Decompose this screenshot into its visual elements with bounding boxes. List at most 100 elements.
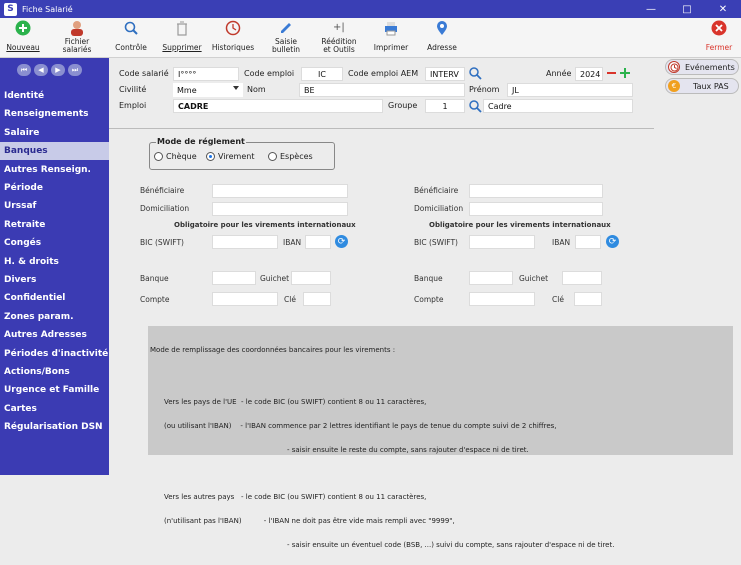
et-outils-label: et Outils (323, 45, 355, 54)
sidebar-item[interactable]: Zones param. (0, 308, 109, 326)
compte-label: Compte (140, 295, 170, 304)
cle-label: Clé (284, 295, 296, 304)
search-icon[interactable] (468, 66, 482, 80)
fermer-button[interactable]: Fermer (702, 20, 736, 52)
sidebar-item[interactable]: Périodes d'inactivité (0, 345, 109, 363)
sidebar-item[interactable]: Période (0, 179, 109, 197)
annee-label: Année (546, 69, 572, 78)
imprimer-button[interactable]: Imprimer (370, 20, 412, 52)
previous-record-icon[interactable]: ◀ (34, 64, 48, 76)
code-salarie-field[interactable]: I°°°° (173, 67, 239, 81)
guichet-field[interactable] (291, 271, 331, 285)
bulletin-label: bulletin (271, 45, 301, 54)
evenements-button[interactable]: Evénements (665, 59, 739, 75)
radio-cheque[interactable]: Chèque (154, 152, 197, 161)
last-record-icon[interactable]: ⏭ (68, 64, 82, 76)
sidebar-item[interactable]: Confidentiel (0, 289, 109, 307)
refresh-icon[interactable]: ⟳ (335, 235, 348, 248)
compte-2-field[interactable] (469, 292, 535, 306)
sidebar-item[interactable]: Actions/Bons (0, 363, 109, 381)
nom-field[interactable]: BE (299, 83, 465, 97)
info-line-1: Vers les pays de l'UE - le code BIC (ou … (164, 398, 427, 406)
obligatoire-2-label: Obligatoire pour les virements internati… (429, 221, 611, 229)
code-emploi-aem-field[interactable]: INTERV (425, 67, 465, 81)
adresse-button[interactable]: Adresse (424, 20, 460, 52)
bic-field[interactable] (212, 235, 278, 249)
code-emploi-field[interactable]: IC (301, 67, 343, 81)
next-record-icon[interactable]: ▶ (51, 64, 65, 76)
search-icon (124, 21, 138, 35)
beneficiaire-field[interactable] (212, 184, 348, 198)
groupe-field[interactable]: 1 (425, 99, 465, 113)
iban-2-field[interactable] (575, 235, 601, 249)
groupe-label: Groupe (388, 101, 418, 110)
sidebar-item[interactable]: Salaire (0, 124, 109, 142)
info-line-4: Vers les autres pays - le code BIC (ou S… (164, 493, 427, 501)
supprimer-button[interactable]: Supprimer (158, 20, 206, 52)
prenom-field[interactable]: JL (507, 83, 633, 97)
beneficiaire-label: Bénéficiaire (140, 186, 185, 195)
code-emploi-label: Code emploi (244, 69, 295, 78)
sidebar-item[interactable]: Banques (0, 142, 109, 161)
emploi-field[interactable]: CADRE (173, 99, 383, 113)
reedition-outils-button[interactable]: +| Réédition et Outils (316, 20, 362, 54)
bic-2-field[interactable] (469, 235, 535, 249)
person-icon (71, 21, 83, 36)
compte-field[interactable] (212, 292, 278, 306)
iban-field[interactable] (305, 235, 331, 249)
search-icon[interactable] (468, 99, 482, 113)
maximize-button[interactable]: □ (669, 4, 705, 15)
historiques-button[interactable]: Historiques (208, 20, 258, 52)
app-logo-icon: S (4, 2, 17, 16)
radio-especes[interactable]: Espèces (268, 152, 313, 161)
controle-button[interactable]: Contrôle (110, 20, 152, 52)
nouveau-button[interactable]: Nouveau (5, 20, 41, 52)
civilite-value: Mme (177, 85, 197, 95)
iban-2-label: IBAN (552, 238, 571, 247)
annee-field[interactable]: 2024 (575, 67, 603, 81)
header-divider (109, 128, 654, 129)
taux-pas-button[interactable]: € Taux PAS (665, 78, 739, 94)
sidebar-item[interactable]: Congés (0, 234, 109, 252)
refresh-icon[interactable]: ⟳ (606, 235, 619, 248)
year-decrement-increment[interactable] (606, 66, 634, 80)
domiciliation-2-field[interactable] (469, 202, 603, 216)
sidebar-item[interactable]: Urssaf (0, 197, 109, 215)
radio-circle-icon (268, 152, 277, 161)
civilite-select[interactable]: Mme (173, 83, 243, 97)
bic-label: BIC (SWIFT) (140, 238, 184, 247)
chevron-down-icon (233, 86, 239, 90)
sidebar-item[interactable]: Renseignements (0, 105, 109, 123)
sidebar-item[interactable]: H. & droits (0, 253, 109, 271)
sidebar-item[interactable]: Cartes (0, 400, 109, 418)
banque-2-field[interactable] (469, 271, 513, 285)
trash-icon (177, 21, 187, 36)
evenements-label: Evénements (685, 62, 735, 72)
info-line-2: (ou utilisant l'IBAN) - l'IBAN commence … (164, 422, 557, 430)
first-record-icon[interactable]: ⏮ (17, 64, 31, 76)
mode-reglement-legend: Mode de réglement (156, 137, 246, 146)
banque-field[interactable] (212, 271, 256, 285)
fichier-salaries-button[interactable]: Fichier salariés (57, 20, 97, 54)
controle-label: Contrôle (115, 43, 147, 52)
sidebar-item[interactable]: Divers (0, 271, 109, 289)
minimize-button[interactable]: — (633, 4, 669, 15)
sidebar-item[interactable]: Autres Renseign. (0, 161, 109, 179)
cle-field[interactable] (303, 292, 331, 306)
beneficiaire-2-field[interactable] (469, 184, 603, 198)
sidebar-item[interactable]: Régularisation DSN (0, 418, 109, 436)
domiciliation-field[interactable] (212, 202, 348, 216)
fermer-label: Fermer (705, 43, 733, 52)
close-window-button[interactable]: ✕ (705, 4, 741, 15)
saisie-bulletin-button[interactable]: Saisie bulletin (268, 20, 304, 54)
guichet-2-field[interactable] (562, 271, 602, 285)
cle-2-field[interactable] (574, 292, 602, 306)
sidebar-item[interactable]: Autres Adresses (0, 326, 109, 344)
sidebar-item[interactable]: Urgence et Famille (0, 381, 109, 399)
close-circle-icon (711, 20, 727, 36)
info-box: Mode de remplissage des coordonnées banc… (148, 326, 733, 549)
groupe-description-field[interactable]: Cadre (483, 99, 633, 113)
sidebar-item[interactable]: Identité (0, 87, 109, 105)
radio-virement[interactable]: Virement (206, 152, 254, 161)
sidebar-item[interactable]: Retraite (0, 216, 109, 234)
